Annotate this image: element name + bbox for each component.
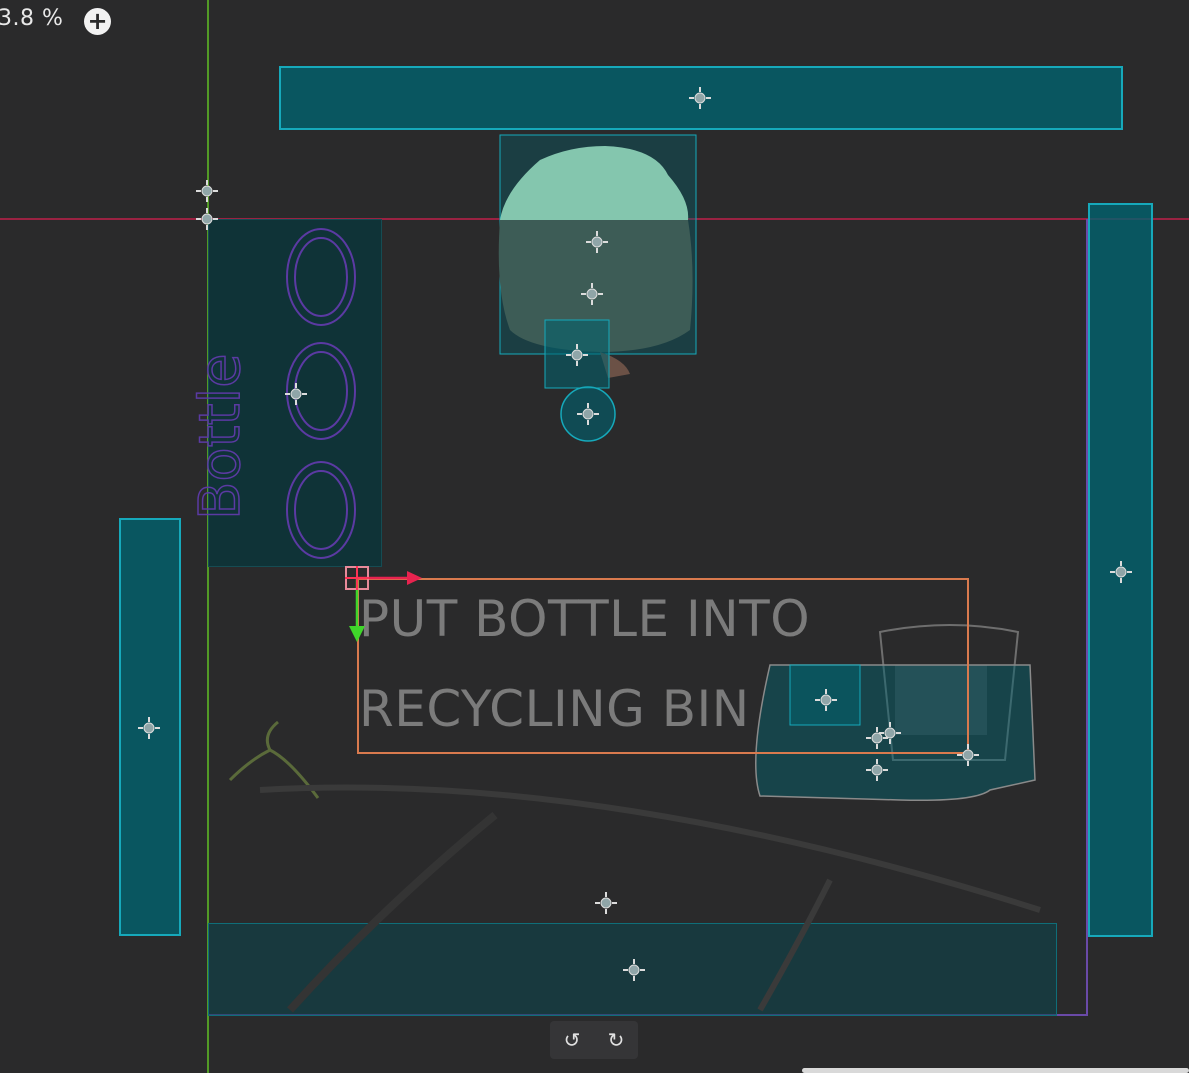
editor-gizmos: [137, 86, 1133, 982]
pivot-icon[interactable]: [878, 721, 902, 745]
horizontal-scrollbar[interactable]: [802, 1068, 1189, 1073]
rotate-cw-icon: ↻: [607, 1028, 625, 1052]
pivot-icon[interactable]: [688, 86, 712, 110]
pivot-icon[interactable]: [622, 958, 646, 982]
pivot-icon[interactable]: [585, 230, 609, 254]
pivot-icon[interactable]: [865, 758, 889, 782]
pivot-icon[interactable]: [865, 726, 889, 750]
pivot-icon[interactable]: [814, 688, 838, 712]
redo-button[interactable]: ↻: [601, 1028, 631, 1052]
x-arrow-icon[interactable]: [407, 571, 422, 585]
pivot-icon[interactable]: [594, 891, 618, 915]
pivot-icon[interactable]: [195, 179, 219, 203]
pivot-icon[interactable]: [565, 343, 589, 367]
pivot-icon[interactable]: [284, 382, 308, 406]
history-toolbar: ↺ ↻: [550, 1021, 638, 1059]
pivot-icon[interactable]: [1109, 560, 1133, 584]
pivot-icon[interactable]: [580, 282, 604, 306]
y-arrow-icon[interactable]: [349, 626, 365, 642]
rotate-ccw-icon: ↺: [563, 1028, 581, 1052]
pivot-icon[interactable]: [956, 743, 980, 767]
undo-button[interactable]: ↺: [557, 1028, 587, 1052]
pivot-icon[interactable]: [576, 402, 600, 426]
pivot-icon[interactable]: [137, 716, 161, 740]
pivot-icon[interactable]: [195, 207, 219, 231]
